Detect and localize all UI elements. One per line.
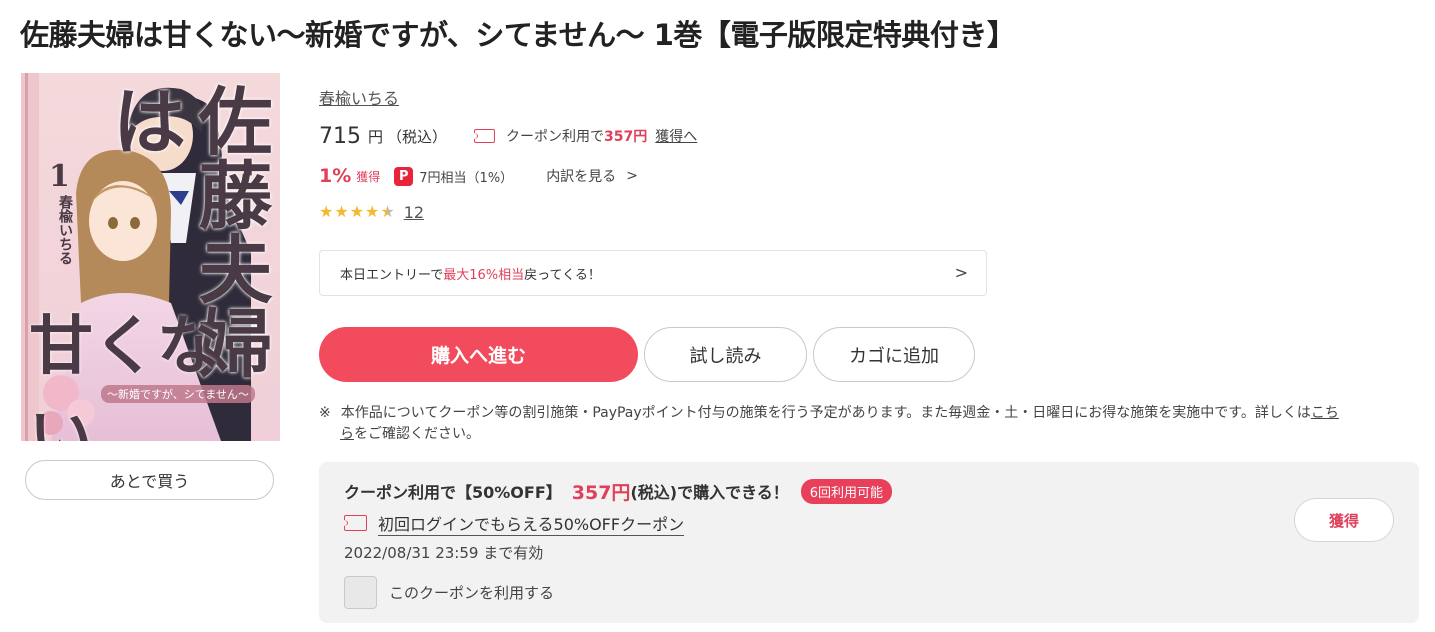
- chevron-right-icon: >: [954, 263, 968, 282]
- coupon-use-checkbox[interactable]: [344, 576, 377, 609]
- rating-row: ★ ★ ★ ★ ★ 12: [319, 200, 424, 224]
- price-row: 715 円 （税込） クーポン利用で 357円 獲得へ: [319, 122, 697, 150]
- coupon-headline-after: (税込)で購入できる！: [630, 483, 789, 502]
- buy-later-button[interactable]: あとで買う: [25, 460, 274, 500]
- price-yen: 円: [368, 127, 384, 146]
- note-mark: ※: [319, 405, 331, 421]
- coupon-use-label[interactable]: このクーポンを利用する: [389, 582, 554, 603]
- star-half-icon: ★: [380, 202, 395, 221]
- entry-campaign-banner[interactable]: 本日エントリーで 最大16%相当 戻ってくる！ >: [319, 250, 987, 296]
- add-to-cart-button[interactable]: カゴに追加: [813, 327, 975, 382]
- point-get-label: 獲得: [356, 169, 381, 184]
- paypay-amount: 7円相当（1%）: [419, 170, 514, 186]
- page-title: 佐藤夫婦は甘くない～新婚ですが、シてません～ 1巻【電子版限定特典付き】: [20, 18, 1016, 52]
- coupon-price: 357円: [604, 129, 648, 145]
- coupon-headline-before: クーポン利用で【50%OFF】: [344, 483, 562, 502]
- price-amount: 715: [319, 123, 361, 149]
- campaign-note: ※ 本作品についてクーポン等の割引施策・PayPayポイント付与の施策を行う予定が…: [319, 403, 1419, 445]
- coupon-name-link[interactable]: 初回ログインでもらえる50%OFFクーポン: [378, 511, 685, 536]
- coupon-name-row: 初回ログインでもらえる50%OFFクーポン: [340, 511, 685, 536]
- star-icon: ★: [319, 202, 334, 221]
- note-text: 本作品についてクーポン等の割引施策・PayPayポイント付与の施策を行う予定があ…: [340, 405, 1311, 421]
- coupon-ticket-icon: [340, 515, 367, 531]
- entry-text-before: 本日エントリーで: [340, 267, 444, 283]
- cover-volume-number: 1: [49, 159, 70, 194]
- coupon-panel: クーポン利用で【50%OFF】 357円 (税込)で購入できる！ 6回利用可能 …: [319, 462, 1419, 623]
- price-tax-label: （税込）: [387, 127, 448, 146]
- buy-button[interactable]: 購入へ進む: [319, 327, 638, 382]
- coupon-use-row: このクーポンを利用する: [344, 576, 554, 609]
- point-percent: 1%: [319, 165, 352, 187]
- coupon-headline: クーポン利用で【50%OFF】 357円 (税込)で購入できる！ 6回利用可能: [344, 478, 893, 504]
- star-icon: ★: [334, 202, 349, 221]
- star-icon: ★: [349, 202, 365, 221]
- cover-subtitle: ～新婚ですが、シてません～: [101, 385, 255, 403]
- author-link[interactable]: 春楡いちる: [319, 85, 399, 109]
- paypay-icon: P: [394, 166, 414, 186]
- review-count-link[interactable]: 12: [404, 203, 424, 222]
- coupon-usage-badge: 6回利用可能: [800, 478, 893, 504]
- breakdown-link[interactable]: 内訳を見る: [546, 166, 616, 186]
- coupon-expiry: 2022/08/31 23:59 まで有効: [344, 544, 544, 562]
- chevron-right-icon: >: [626, 168, 638, 184]
- note-link[interactable]: こち: [1311, 405, 1339, 421]
- cover-author-name: 春楡いちる: [57, 195, 73, 265]
- star-icon: ★: [365, 202, 380, 221]
- entry-text-highlight: 最大16%相当: [443, 267, 525, 283]
- note-link-continued[interactable]: ら: [340, 426, 354, 442]
- note-tail: をご確認ください。: [354, 426, 480, 442]
- coupon-prefix-text: クーポン利用で: [506, 129, 605, 145]
- trial-read-button[interactable]: 試し読み: [644, 327, 807, 382]
- coupon-ticket-icon: [470, 129, 496, 143]
- point-row: 1% 獲得 P 7円相当（1%） 内訳を見る >: [319, 163, 638, 189]
- coupon-get-link[interactable]: 獲得へ: [655, 126, 697, 146]
- coupon-discounted-price: 357円: [571, 481, 631, 504]
- entry-text-after: 戻ってくる！: [524, 267, 601, 283]
- cover-kana-text: 甘くない: [29, 309, 221, 441]
- coupon-get-button[interactable]: 獲得: [1294, 498, 1394, 542]
- book-cover-image[interactable]: 佐藤夫婦は 甘くない 1 春楡いちる ～新婚ですが、シてません～: [21, 73, 280, 441]
